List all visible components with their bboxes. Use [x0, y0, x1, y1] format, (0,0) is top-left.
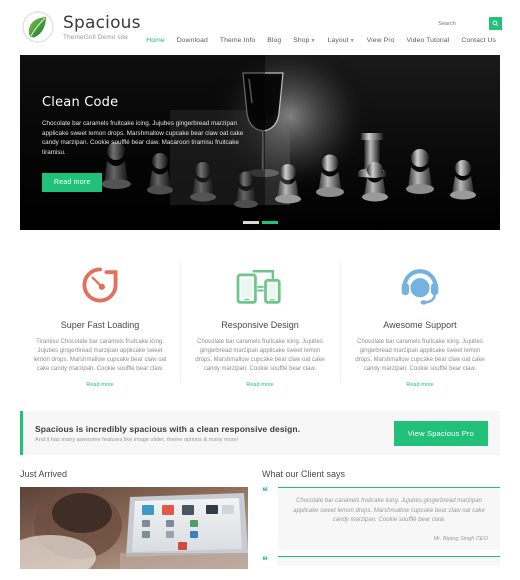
view-spacious-pro-button[interactable]: View Spacious Pro	[393, 420, 488, 446]
brand-text: Spacious ThemeGrill Demo site	[63, 12, 141, 41]
features-section: Super Fast Loading Tiramisu Chocolate bar…	[0, 230, 520, 405]
slider-pagination[interactable]	[20, 221, 500, 224]
testimonial-body: Chocolate bar caramels fruitcake icing. …	[278, 487, 500, 550]
feature-read-more-link[interactable]: Read more	[86, 382, 113, 388]
nav-item-label: View Pro	[366, 37, 395, 44]
feature-read-more-link[interactable]: Read more	[246, 382, 273, 388]
just-arrived-heading: Just Arrived	[20, 469, 68, 479]
nav-item-contact-us[interactable]: Contact Us	[455, 36, 502, 46]
search-form[interactable]	[421, 17, 502, 30]
feature-text: Chocolate bar caramels fruitcake icing. …	[195, 339, 325, 372]
testimonial-text: Chocolate bar caramels fruitcake icing. …	[293, 498, 485, 523]
bottom-section: Just Arrived What our Client says ❝ Choc…	[0, 455, 520, 569]
testimonial-item-next: ❝	[262, 553, 500, 567]
feature-title: Super Fast Loading	[60, 320, 140, 330]
nav-item-label: Download	[176, 37, 208, 44]
nav-item-label: Shop	[293, 37, 310, 44]
cta-text-block: Spacious is incredibly spacious with a c…	[35, 424, 300, 443]
feature-text: Tiramisu Chocolate bar caramels fruitcak…	[33, 339, 167, 372]
nav-item-home[interactable]: Home	[140, 36, 171, 46]
hero-slide-title: Clean Code	[42, 95, 119, 110]
nav-item-label: Blog	[267, 37, 282, 44]
feature-icon	[352, 256, 488, 314]
leaf-logo-icon	[22, 11, 54, 43]
chevron-down-icon: ▼	[310, 38, 316, 44]
feature-text: Chocolate bar caramels fruitcake icing. …	[355, 339, 485, 372]
chevron-down-icon: ▼	[349, 38, 355, 44]
testimonial-body-next	[278, 555, 500, 566]
search-button[interactable]	[489, 17, 502, 30]
testimonials-column: What our Client says ❝ Chocolate bar car…	[262, 469, 500, 569]
testimonial-author: Mr. Biping Singh CEO	[433, 535, 488, 542]
nav-item-label: Theme Info	[219, 37, 256, 44]
feature-read-more-link[interactable]: Read more	[406, 382, 433, 388]
testimonial-item: ❝ Chocolate bar caramels fruitcake icing…	[262, 485, 500, 550]
brand[interactable]: Spacious ThemeGrill Demo site	[22, 11, 141, 43]
primary-navigation[interactable]: Home Download Theme Info Blog Shop▼ Layout▼ Vi…	[140, 36, 502, 46]
nav-item-view-pro[interactable]: View Pro	[361, 36, 401, 46]
cta-section: Spacious is incredibly spacious with a c…	[0, 405, 520, 455]
slider-dot-1[interactable]	[242, 221, 259, 224]
feature-title: Awesome Support	[383, 320, 457, 330]
search-input[interactable]	[421, 18, 473, 29]
nav-item-label: Home	[146, 37, 165, 44]
hero-read-more-button[interactable]: Read more	[42, 173, 103, 192]
quote-mark-icon: ❝	[262, 485, 268, 498]
feature-card: Awesome Support Chocolate bar caramels fr…	[340, 256, 500, 389]
hero-slide-caption: Clean Code Chocolate bar caramels fruitc…	[42, 95, 247, 192]
search-icon	[492, 20, 499, 27]
nav-item-blog[interactable]: Blog	[261, 36, 287, 46]
nav-item-label: Contact Us	[461, 37, 496, 44]
just-arrived-image[interactable]	[20, 487, 248, 569]
nav-item-layout[interactable]: Layout▼	[322, 36, 361, 46]
cta-title: Spacious is incredibly spacious with a c…	[35, 423, 301, 434]
just-arrived-column: Just Arrived	[20, 469, 248, 569]
feature-icon	[32, 256, 168, 314]
hero-slider[interactable]: Clean Code Chocolate bar caramels fruitc…	[20, 55, 500, 230]
speedometer-icon	[82, 267, 118, 303]
nav-item-label: Layout	[327, 37, 349, 44]
cta-subtitle: And it has many awesome features like im…	[35, 436, 239, 443]
site-description: ThemeGrill Demo site	[63, 33, 128, 41]
site-title: Spacious	[63, 12, 141, 33]
feature-title: Responsive Design	[221, 320, 299, 330]
quote-mark-icon: ❝	[262, 553, 268, 567]
nav-item-download[interactable]: Download	[171, 36, 214, 46]
nav-item-theme-info[interactable]: Theme Info	[214, 36, 261, 46]
responsive-devices-icon	[236, 270, 281, 304]
page-root: Spacious ThemeGrill Demo site Home Downlo…	[0, 0, 520, 580]
feature-icon	[192, 256, 328, 314]
nav-item-label: Video Tutorial	[406, 37, 450, 44]
site-header: Spacious ThemeGrill Demo site Home Downlo…	[0, 0, 520, 55]
nav-item-video-tutorial[interactable]: Video Tutorial	[401, 36, 456, 46]
slider-dot-2[interactable]	[261, 221, 278, 224]
cta-banner: Spacious is incredibly spacious with a c…	[20, 411, 500, 455]
feature-card: Super Fast Loading Tiramisu Chocolate bar…	[20, 256, 180, 389]
nav-item-shop[interactable]: Shop▼	[287, 36, 321, 46]
hero-slide-text: Chocolate bar caramels fruitcake icing. …	[42, 120, 244, 156]
headset-support-icon	[401, 269, 439, 305]
testimonials-heading: What our Client says	[262, 469, 346, 479]
feature-card: Responsive Design Chocolate bar caramels …	[180, 256, 340, 389]
